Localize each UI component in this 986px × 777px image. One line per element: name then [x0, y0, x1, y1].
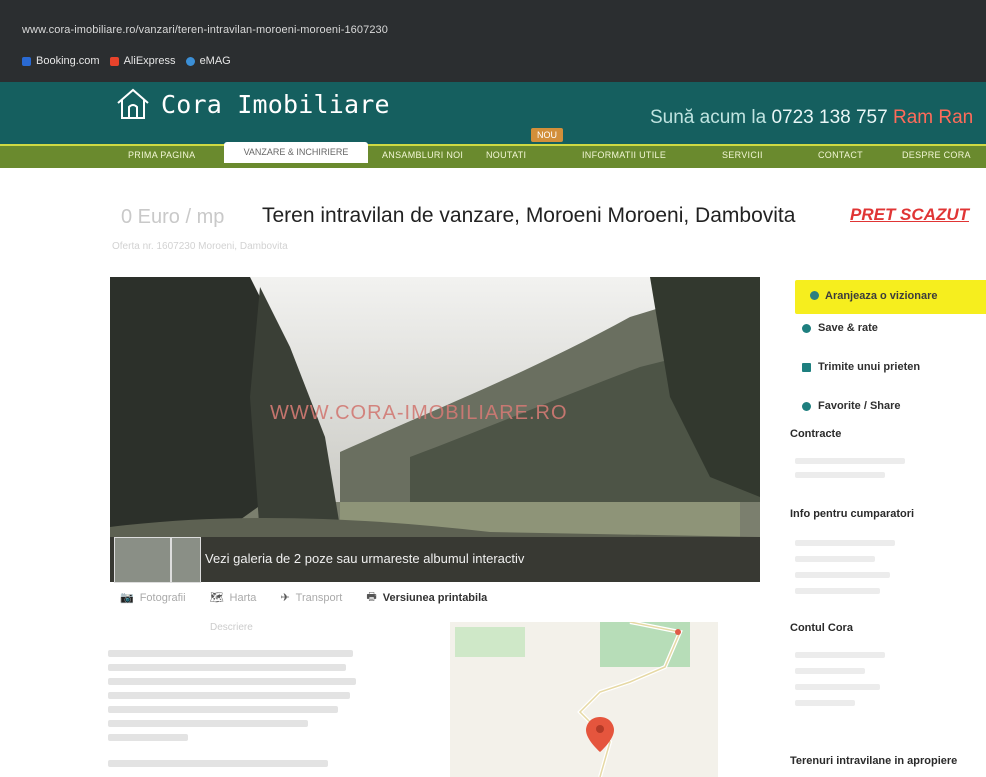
sidebar-text-line [795, 684, 880, 690]
nav-item-despre[interactable]: DESPRE CORA [902, 150, 971, 160]
new-badge: NOU [531, 128, 563, 142]
house-icon [117, 88, 149, 119]
bookmark-label: AliExpress [123, 55, 176, 67]
sidebar-text-line [795, 556, 875, 562]
printer-icon: 🖶 [366, 591, 377, 603]
nav-item-servicii[interactable]: SERVICII [722, 150, 763, 160]
sidebar-text-line [795, 668, 865, 674]
nav-item-ansambluri[interactable]: ANSAMBLURI NOI [382, 150, 463, 160]
sidebar-text-line [795, 572, 890, 578]
phone-number: 0723 138 757 [771, 107, 888, 128]
side-link-label: Favorite / Share [818, 400, 901, 412]
description-text-line [108, 678, 356, 685]
price-reduced-link[interactable]: PRET SCAZUT [850, 205, 969, 225]
tool-map[interactable]: 🗺 Harta [209, 591, 257, 605]
sidebar-text-line [795, 700, 855, 706]
gallery-thumbnail[interactable] [114, 537, 171, 583]
phone-banner[interactable]: Sună acum la 0723 138 757 Ram Ran [650, 107, 973, 129]
photo-watermark: WWW.CORA-IMOBILIARE.RO [270, 402, 568, 424]
description-text-line [108, 706, 338, 713]
aliexpress-icon [109, 56, 119, 66]
side-link-label: Trimite unui prieten [818, 361, 921, 373]
nav-item-noutati[interactable]: NOUTATI [486, 150, 526, 160]
save-rate-link[interactable]: Save & rate [802, 322, 878, 334]
description-text-line [108, 760, 328, 767]
tool-print[interactable]: 🖶 Versiunea printabila [366, 588, 487, 607]
section-contul-cora: Contul Cora [790, 622, 853, 634]
site-logo[interactable]: Cora Imobiliare [115, 87, 390, 121]
bookmarks-bar: Booking.com AliExpress eMAG [22, 55, 231, 67]
side-link-label: Save & rate [818, 322, 878, 334]
section-contracte: Contracte [790, 428, 842, 440]
bookmark-emag[interactable]: eMAG [185, 55, 231, 67]
description-heading: Descriere [210, 622, 253, 633]
main-nav: PRIMA PAGINA VANZARE & INCHIRIERE ANSAMB… [0, 142, 986, 168]
tool-label: Fotografii [139, 591, 186, 604]
description-text-line [108, 720, 308, 727]
sidebar-text-line [795, 472, 885, 478]
listing-subline: Oferta nr. 1607230 Moroeni, Dambovita [112, 241, 288, 252]
nav-item-informatii[interactable]: INFORMATII UTILE [582, 150, 666, 160]
camera-icon: 📷 [120, 592, 134, 604]
tool-label: Versiunea printabila [382, 591, 488, 604]
sidebar-text-line [795, 652, 885, 658]
location-map[interactable] [450, 622, 718, 777]
bus-icon: ✈ [280, 592, 290, 604]
tool-label: Harta [229, 591, 257, 604]
section-terenuri-apropiere: Terenuri intravilane in apropiere [790, 755, 958, 767]
listing-price: 0 Euro / mp [121, 206, 225, 228]
booking-icon [22, 56, 31, 66]
section-info-cumparatori: Info pentru cumparatori [790, 508, 915, 520]
description-text-line [108, 692, 350, 699]
emag-icon [185, 56, 195, 66]
nav-item-vanzare-active[interactable]: VANZARE & INCHIRIERE [224, 142, 368, 163]
schedule-viewing-label: Aranjeaza o vizionare [810, 290, 938, 302]
sidebar-text-line [795, 588, 880, 594]
map-icon: 🗺 [209, 592, 224, 604]
calendar-icon [810, 291, 819, 300]
description-text-line [108, 664, 346, 671]
phone-tail: Ram Ran [887, 107, 974, 128]
mail-icon [802, 362, 811, 372]
sidebar-text-line [795, 540, 895, 546]
sidebar-text-line [795, 458, 905, 464]
bookmark-aliexpress[interactable]: AliExpress [109, 55, 176, 67]
nav-item-home[interactable]: PRIMA PAGINA [128, 150, 195, 160]
nav-item-contact[interactable]: CONTACT [818, 150, 863, 160]
bookmark-label: Booking.com [36, 55, 100, 67]
logo-text: Cora Imobiliare [161, 89, 390, 119]
bookmark-label: eMAG [199, 55, 231, 67]
gallery-thumbnail[interactable] [171, 537, 201, 583]
bookmark-booking[interactable]: Booking.com [22, 55, 100, 67]
gallery-link[interactable]: Vezi galeria de 2 poze sau urmareste alb… [205, 551, 524, 566]
send-friend-link[interactable]: Trimite unui prieten [802, 361, 920, 373]
tool-photos[interactable]: 📷 Fotografii [120, 591, 186, 605]
heart-icon [802, 323, 811, 333]
address-bar[interactable]: www.cora-imobiliare.ro/vanzari/teren-int… [22, 24, 388, 36]
star-icon [802, 401, 811, 411]
favorite-share-link[interactable]: Favorite / Share [802, 400, 901, 412]
browser-chrome [0, 0, 986, 82]
phone-prefix: Sună acum la [650, 107, 772, 128]
tool-label: Transport [295, 591, 343, 604]
photo-toolbar: 📷 Fotografii 🗺 Harta ✈ Transport 🖶 Versi… [120, 588, 487, 607]
schedule-viewing-text: Aranjeaza o vizionare [825, 290, 938, 302]
listing-title: Teren intravilan de vanzare, Moroeni Mor… [262, 204, 796, 227]
map-graphic [450, 622, 718, 777]
tool-transport[interactable]: ✈ Transport [280, 591, 343, 605]
description-text-line [108, 734, 188, 741]
description-text-line [108, 650, 353, 657]
